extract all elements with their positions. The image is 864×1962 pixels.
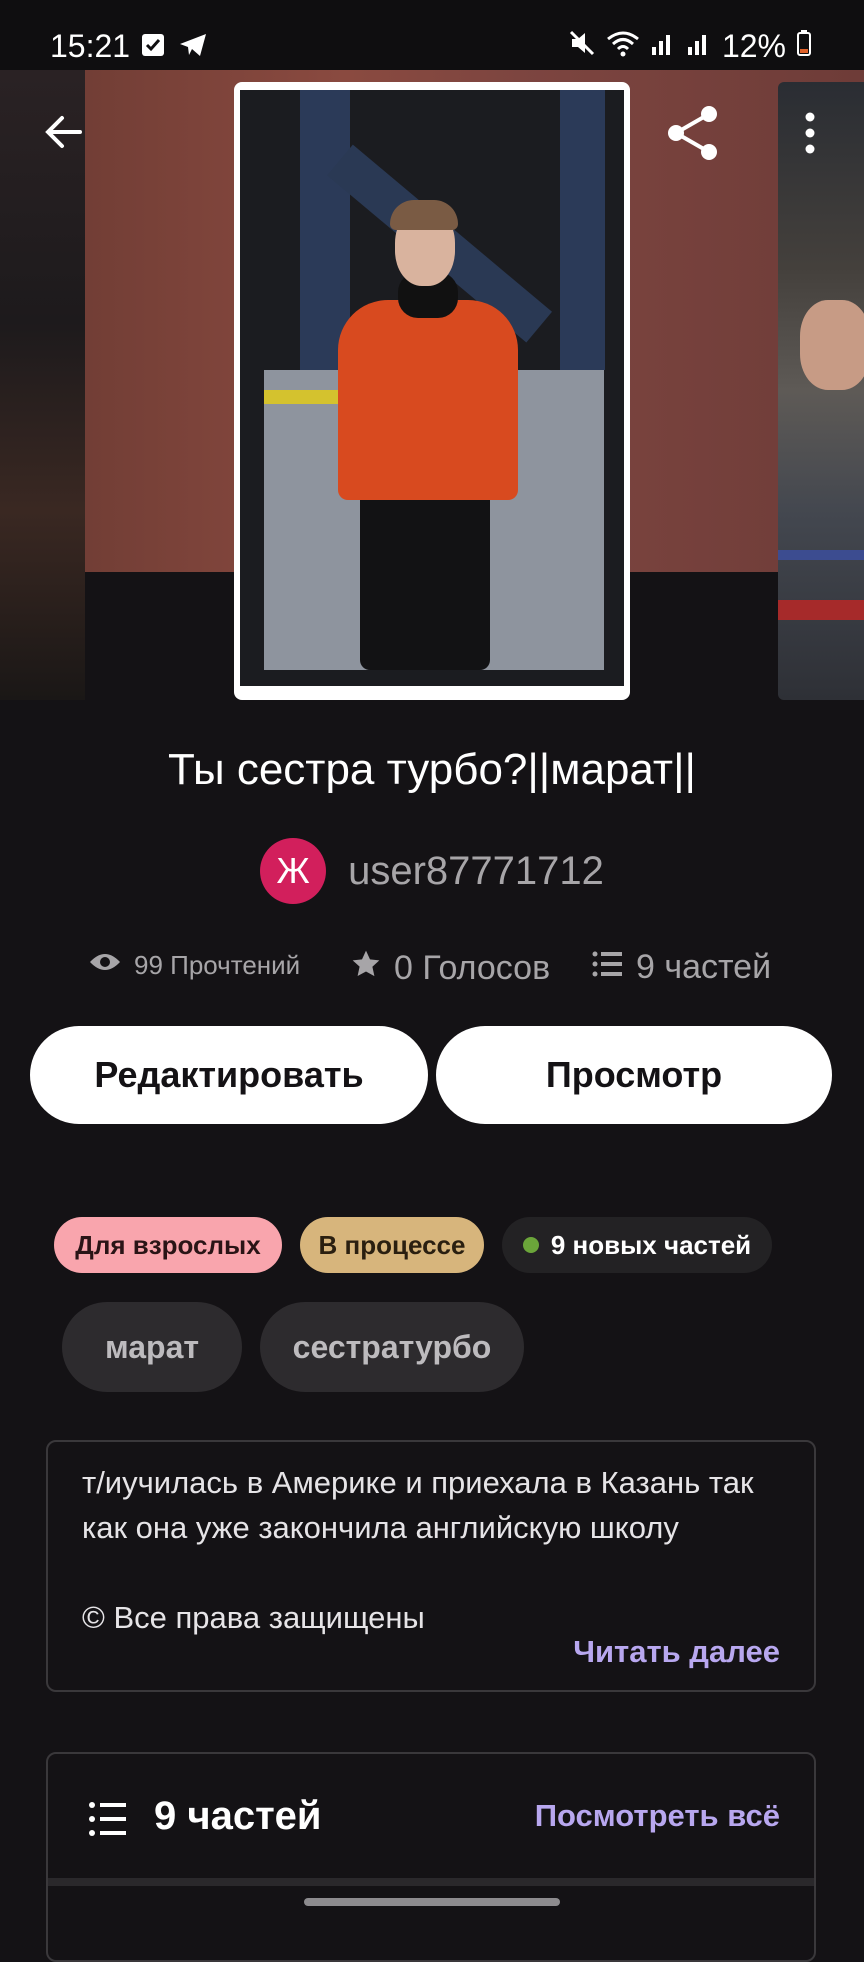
divider [48,1878,814,1886]
story-cover[interactable] [234,82,630,700]
avatar[interactable]: Ж [260,838,327,904]
battery-percent: 12% [721,28,786,64]
arrow-left-icon[interactable] [42,110,86,159]
votes-count: 0 Голосов [394,949,551,987]
status-time: 15:21 [50,28,131,64]
votes-stat: 0 Голосов [350,948,550,989]
home-indicator[interactable] [304,1898,560,1906]
previous-cover[interactable] [0,70,85,700]
description-text: т/иучилась в Америке и приехала в Казань… [82,1465,754,1635]
telegram-icon [178,32,208,63]
list-icon [88,1800,128,1843]
dot-icon [522,1237,539,1253]
read-more-link[interactable]: Читать далее [573,1634,780,1670]
more-vertical-icon[interactable] [800,110,820,161]
story-title: Ты сестра турбо?||марат|| [168,745,696,794]
share-icon[interactable] [664,104,722,167]
story-stats: 99 Прочтений 0 Голосов 9 частей [0,948,864,994]
cover-photo [240,90,624,686]
parts-title: 9 частей [154,1794,322,1838]
cover-carousel[interactable] [0,70,864,710]
battery-icon [796,28,812,65]
mature-tag: Для взрослых [54,1217,282,1273]
reads-stat: 99 Прочтений [88,950,300,981]
status-bar: 15:21 12% [0,0,864,70]
eye-icon [88,950,122,981]
wifi-icon [606,28,640,65]
tag-chip-marat[interactable]: марат [62,1302,242,1392]
author-row[interactable]: Ж user87771712 [0,838,864,904]
edit-button[interactable]: Редактировать [30,1026,428,1124]
description-box: т/иучилась в Америке и приехала в Казань… [46,1440,816,1692]
signal-icon [686,28,712,65]
author-name[interactable]: user87771712 [348,849,604,894]
new-parts-tag: 9 новых частей [502,1217,772,1273]
mute-icon [568,28,596,65]
list-icon [592,948,624,987]
status-tag: В процессе [300,1217,484,1273]
view-all-link[interactable]: Посмотреть всё [535,1798,780,1834]
new-parts-label: 9 новых частей [550,1229,752,1260]
check-box-icon [140,32,166,63]
preview-button[interactable]: Просмотр [436,1026,832,1124]
tag-chip-sestraturbo[interactable]: сестратурбо [260,1302,524,1392]
signal-icon [650,28,676,65]
parts-stat: 9 частей [592,948,771,987]
reads-count: 99 Прочтений [134,950,301,980]
star-icon [350,948,382,989]
parts-count: 9 частей [636,948,772,986]
parts-section: 9 частей Посмотреть всё [46,1752,816,1962]
